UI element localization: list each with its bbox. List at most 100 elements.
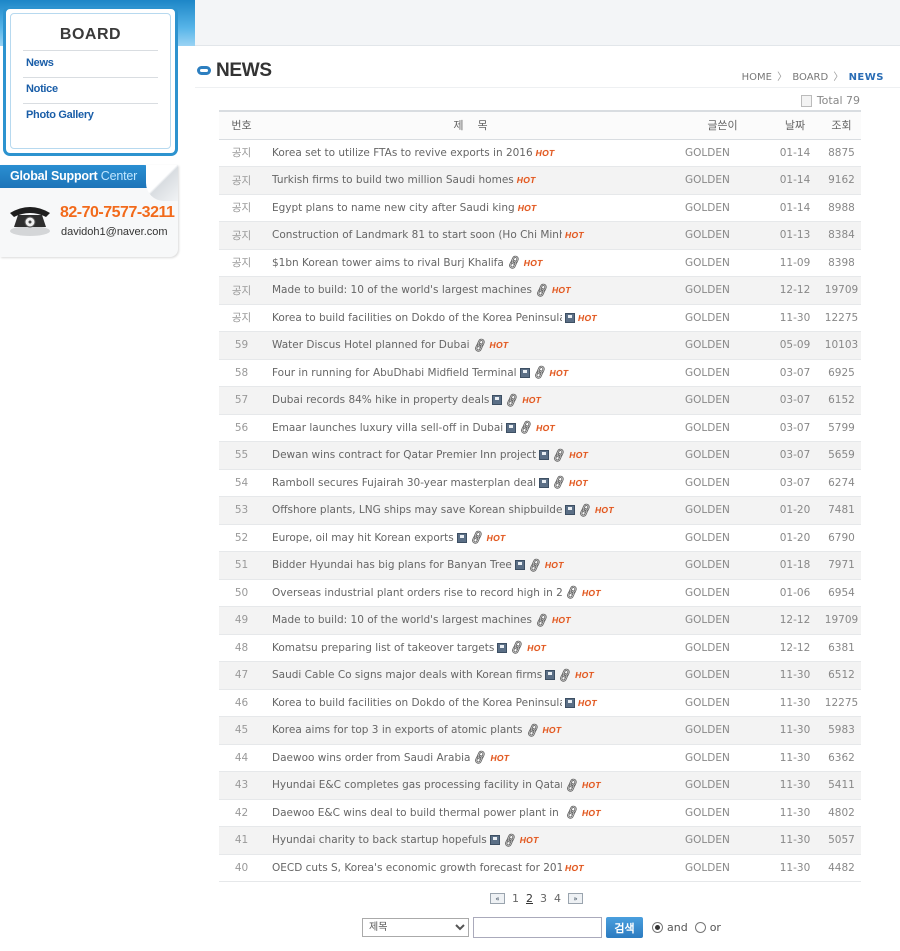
row-title-link[interactable]: Daewoo E&C wins deal to build thermal po…	[272, 807, 562, 819]
row-views: 10103	[822, 331, 861, 360]
row-writer: GOLDEN	[677, 606, 768, 635]
row-title-link[interactable]: Ramboll secures Fujairah 30-year masterp…	[272, 477, 536, 489]
row-views: 6954	[822, 579, 861, 607]
link-icon: 🔗︎	[470, 336, 489, 354]
column-header-no: 번호	[219, 110, 264, 140]
row-writer: GOLDEN	[677, 579, 768, 607]
row-title-link[interactable]: Egypt plans to name new city after Saudi…	[272, 202, 515, 214]
radio-and[interactable]	[652, 922, 663, 933]
row-title-cell: Emaar launches luxury villa sell-off in …	[264, 414, 677, 442]
row-title-cell: Water Discus Hotel planned for Dubai🔗︎HO…	[264, 331, 677, 360]
table-row: 50 Overseas industrial plant orders rise …	[219, 579, 861, 607]
row-number: 55	[219, 441, 264, 470]
row-number: 44	[219, 744, 264, 772]
sidebar-board-inner: BOARD News Notice Photo Gallery	[10, 13, 171, 149]
page-link-4[interactable]: 4	[554, 892, 561, 905]
row-date: 01-13	[768, 221, 822, 250]
prev-page-button[interactable]: «	[490, 893, 505, 904]
hot-icon: HOT	[535, 147, 555, 158]
row-title-cell: Turkish firms to build two million Saudi…	[264, 166, 677, 195]
search-button[interactable]: 검색	[606, 917, 643, 938]
row-title-link[interactable]: Made to build: 10 of the world's largest…	[272, 614, 532, 626]
page-link-3[interactable]: 3	[540, 892, 547, 905]
next-page-button[interactable]: »	[568, 893, 583, 904]
file-icon	[456, 532, 467, 543]
row-title-link[interactable]: Dubai records 84% hike in property deals	[272, 394, 489, 406]
row-number: 59	[219, 331, 264, 360]
row-views: 9162	[822, 166, 861, 195]
page-curl-decoration	[146, 165, 178, 201]
hot-icon: HOT	[527, 642, 547, 653]
row-title-link[interactable]: Korea to build facilities on Dokdo of th…	[272, 697, 562, 709]
hot-icon: HOT	[551, 615, 571, 626]
row-date: 01-20	[768, 496, 822, 525]
page-link-2[interactable]: 2	[526, 892, 533, 905]
link-icon: 🔗︎	[517, 419, 535, 437]
row-writer: GOLDEN	[677, 744, 768, 772]
search-input[interactable]	[473, 917, 602, 938]
search-bar: 제목 검색 and or	[362, 917, 728, 938]
row-title-cell: Korea set to utilize FTAs to revive expo…	[264, 139, 677, 167]
row-title-link[interactable]: Water Discus Hotel planned for Dubai	[272, 339, 470, 351]
row-title-link[interactable]: Bidder Hyundai has big plans for Banyan …	[272, 559, 512, 571]
row-title-link[interactable]: Hyundai E&C completes gas processing fac…	[272, 779, 562, 791]
row-title-link[interactable]: Made to build: 10 of the world's largest…	[272, 284, 532, 296]
table-row: 58 Four in running for AbuDhabi Midfield …	[219, 359, 861, 387]
row-title-cell: Hyundai charity to back startup hopefuls…	[264, 826, 677, 855]
row-title-cell: Daewoo E&C wins deal to build thermal po…	[264, 799, 677, 827]
row-number: 48	[219, 634, 264, 662]
hot-icon: HOT	[581, 780, 601, 791]
row-title-link[interactable]: Korea aims for top 3 in exports of atomi…	[272, 724, 523, 736]
row-title-link[interactable]: Korea to build facilities on Dokdo of th…	[272, 312, 562, 324]
row-title-link[interactable]: Offshore plants, LNG ships may save Kore…	[272, 504, 562, 516]
row-number: 공지	[219, 249, 264, 277]
total-count: Total 79	[800, 94, 860, 107]
row-date: 01-20	[768, 524, 822, 552]
row-title-link[interactable]: Dewan wins contract for Qatar Premier In…	[272, 449, 536, 461]
sidebar-link-notice[interactable]: Notice	[26, 83, 58, 95]
row-number: 42	[219, 799, 264, 827]
row-date: 03-07	[768, 359, 822, 387]
row-title-cell: Made to build: 10 of the world's largest…	[264, 276, 677, 305]
row-title-link[interactable]: Overseas industrial plant orders rise to…	[272, 587, 562, 599]
row-title-link[interactable]: Daewoo wins order from Saudi Arabia	[272, 752, 470, 764]
breadcrumb-home[interactable]: HOME	[742, 72, 772, 83]
row-number: 53	[219, 496, 264, 525]
row-title-cell: Daewoo wins order from Saudi Arabia🔗︎HOT	[264, 744, 677, 772]
row-title-link[interactable]: Hyundai charity to back startup hopefuls	[272, 834, 487, 846]
row-views: 6362	[822, 744, 861, 772]
row-views: 5983	[822, 716, 861, 745]
row-title-cell: Saudi Cable Co signs major deals with Ko…	[264, 661, 677, 690]
row-title-link[interactable]: Europe, oil may hit Korean exports	[272, 532, 454, 544]
row-title-link[interactable]: Korea set to utilize FTAs to revive expo…	[272, 147, 533, 159]
table-row: 57 Dubai records 84% hike in property dea…	[219, 386, 861, 415]
breadcrumb-sep: 〉	[777, 72, 788, 83]
row-writer: GOLDEN	[677, 331, 768, 360]
row-title-link[interactable]: Komatsu preparing list of takeover targe…	[272, 642, 494, 654]
table-body: 공지 Korea set to utilize FTAs to revive ex…	[219, 139, 861, 882]
telephone-icon	[10, 207, 50, 236]
row-date: 05-09	[768, 331, 822, 360]
hot-icon: HOT	[549, 367, 569, 378]
row-number: 56	[219, 414, 264, 442]
row-title-link[interactable]: Four in running for AbuDhabi Midfield Te…	[272, 367, 517, 379]
sidebar-link-photo-gallery[interactable]: Photo Gallery	[26, 109, 94, 121]
breadcrumb-board[interactable]: BOARD	[792, 72, 828, 83]
row-views: 12275	[822, 689, 861, 717]
row-title-link[interactable]: OECD cuts S, Korea's economic growth for…	[272, 862, 562, 874]
row-title-link[interactable]: Emaar launches luxury villa sell-off in …	[272, 422, 503, 434]
row-title-link[interactable]: Saudi Cable Co signs major deals with Ko…	[272, 669, 542, 681]
sidebar-link-news[interactable]: News	[26, 57, 54, 69]
sidebar-divider	[23, 103, 158, 104]
row-views: 8988	[822, 194, 861, 222]
page-link-1[interactable]: 1	[512, 892, 519, 905]
row-title-link[interactable]: Construction of Landmark 81 to start soo…	[272, 229, 562, 241]
row-title-link[interactable]: $1bn Korean tower aims to rival Burj Kha…	[272, 257, 504, 269]
radio-or[interactable]	[694, 922, 706, 933]
row-title-cell: Korea aims for top 3 in exports of atomi…	[264, 716, 677, 745]
row-title-link[interactable]: Turkish firms to build two million Saudi…	[272, 174, 514, 186]
row-date: 12-12	[768, 606, 822, 635]
search-field-select[interactable]: 제목	[362, 918, 469, 937]
column-header-title: 제 목	[264, 110, 677, 140]
link-icon: 🔗︎	[523, 721, 542, 739]
